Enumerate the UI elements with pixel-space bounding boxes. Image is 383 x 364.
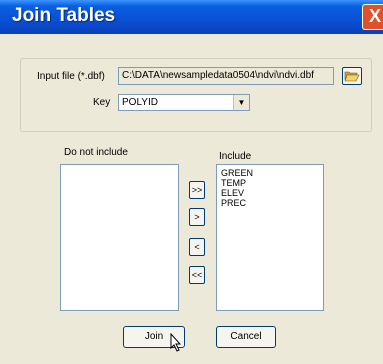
key-select[interactable]: POLYID ▼ — [118, 94, 250, 111]
cancel-button[interactable]: Cancel — [216, 326, 276, 348]
join-tables-dialog: Join Tables X Input file (*.dbf) C:\DATA… — [0, 0, 383, 364]
close-icon[interactable]: X — [362, 4, 383, 30]
input-file-label: Input file (*.dbf) — [37, 71, 105, 82]
folder-open-icon — [344, 71, 360, 82]
exclude-listbox[interactable] — [60, 164, 179, 311]
list-item[interactable]: GREEN — [217, 168, 323, 178]
include-list-label: Include — [219, 151, 252, 162]
mouse-pointer-icon — [170, 333, 182, 352]
include-listbox[interactable]: GREEN TEMP ELEV PREC — [216, 164, 324, 311]
browse-button[interactable] — [342, 67, 362, 85]
title-bar: Join Tables X — [0, 0, 383, 34]
list-item[interactable]: TEMP — [217, 178, 323, 188]
window-title: Join Tables — [12, 5, 116, 26]
list-item[interactable]: PREC — [217, 198, 323, 208]
list-item[interactable]: ELEV — [217, 188, 323, 198]
input-file-field[interactable]: C:\DATA\newsampledata0504\ndvi\ndvi.dbf — [118, 67, 334, 85]
remove-all-button[interactable]: << — [189, 266, 205, 284]
key-select-value: POLYID — [122, 97, 158, 108]
remove-button[interactable]: < — [189, 238, 205, 256]
add-button[interactable]: > — [189, 208, 205, 226]
exclude-list-label: Do not include — [64, 147, 128, 158]
chevron-down-icon[interactable]: ▼ — [233, 95, 249, 110]
add-all-button[interactable]: >> — [189, 181, 205, 199]
key-label: Key — [93, 97, 111, 108]
